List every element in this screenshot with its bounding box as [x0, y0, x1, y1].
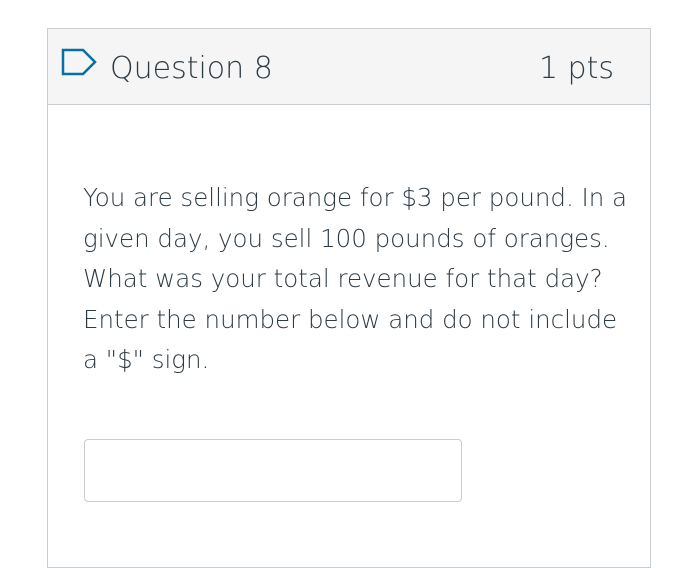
question-points: 1 pts [538, 51, 614, 86]
question-title: Question 8 [110, 51, 273, 86]
flag-question-icon[interactable] [61, 48, 99, 76]
flag-outline-icon [61, 48, 97, 76]
question-header: Question 8 1 pts [48, 29, 650, 105]
question-text: You are selling orange for $3 per pound.… [83, 183, 628, 374]
question-card: Question 8 1 pts You are selling orange … [47, 28, 651, 568]
answer-input[interactable] [84, 439, 462, 502]
